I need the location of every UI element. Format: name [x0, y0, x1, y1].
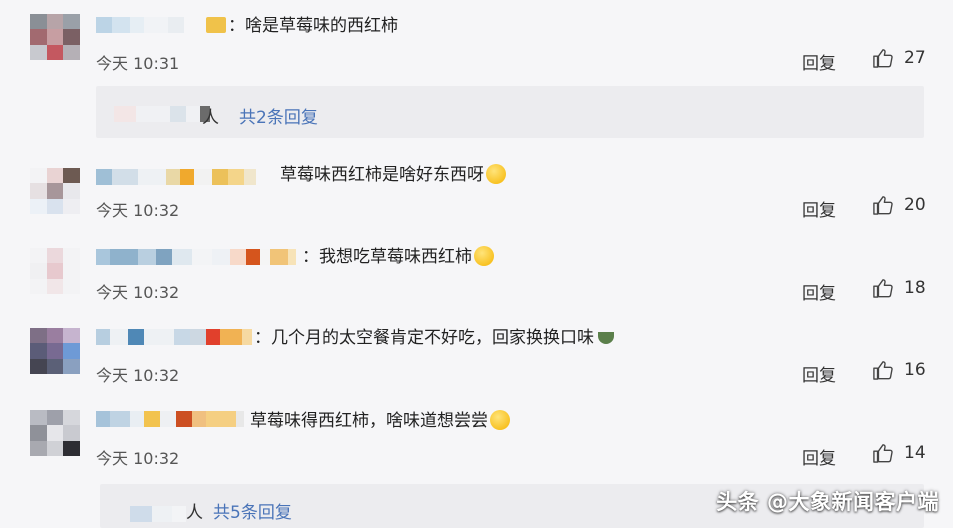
watermark: 头条 @大象新闻客户端	[716, 490, 939, 514]
sub-reply-name: 人	[186, 503, 203, 523]
emoji-icon	[474, 246, 494, 266]
like-button[interactable]: 20	[872, 195, 926, 215]
sub-reply-box[interactable]: 人 共2条回复	[96, 86, 924, 138]
comment-text: ：几个月的太空餐肯定不好吃，回家换换口味	[254, 328, 614, 348]
comment-time: 今天 10:32	[96, 366, 180, 385]
like-count: 16	[904, 360, 926, 380]
username-blurred[interactable]	[96, 168, 256, 186]
emoji-icon	[486, 164, 506, 184]
reply-button[interactable]: 回复	[802, 444, 836, 469]
sub-reply-username-blurred	[130, 506, 186, 524]
sub-reply-username-blurred	[114, 106, 210, 124]
avatar[interactable]	[30, 14, 80, 60]
comment-time: 今天 10:31	[96, 54, 180, 73]
comment-text: ：我想吃草莓味西红柿	[302, 246, 494, 267]
avatar[interactable]	[30, 248, 80, 294]
like-count: 18	[904, 278, 926, 298]
like-button[interactable]: 27	[872, 48, 926, 68]
like-count: 20	[904, 195, 926, 215]
like-button[interactable]: 16	[872, 360, 926, 380]
username-blurred[interactable]	[96, 248, 296, 266]
like-button[interactable]: 14	[872, 443, 926, 463]
reply-button[interactable]: 回复	[802, 279, 836, 304]
comment-text: ：啥是草莓味的西红柿	[206, 16, 398, 36]
comment-time: 今天 10:32	[96, 449, 180, 468]
thumbs-up-icon	[873, 49, 893, 68]
avatar[interactable]	[30, 328, 80, 374]
reply-button[interactable]: 回复	[802, 49, 836, 74]
thumbs-up-icon	[873, 279, 893, 298]
reply-button[interactable]: 回复	[802, 196, 836, 221]
thumbs-up-icon	[873, 361, 893, 380]
like-count: 27	[904, 48, 926, 68]
comment-text: 草莓味得西红柿，啥味道想尝尝	[250, 410, 510, 431]
comment-text: 草莓味西红柿是啥好东西呀	[280, 164, 506, 185]
sub-reply-name: 人	[202, 108, 219, 128]
fan-badge-icon	[206, 17, 226, 33]
view-replies-link[interactable]: 共2条回复	[239, 103, 318, 128]
comment-time: 今天 10:32	[96, 201, 180, 220]
username-blurred[interactable]	[96, 16, 184, 34]
like-button[interactable]: 18	[872, 278, 926, 298]
reply-button[interactable]: 回复	[802, 361, 836, 386]
comment-time: 今天 10:32	[96, 283, 180, 302]
view-replies-link[interactable]: 共5条回复	[213, 498, 292, 523]
emoji-icon	[490, 410, 510, 430]
thumbs-up-icon	[873, 444, 893, 463]
like-count: 14	[904, 443, 926, 463]
username-blurred[interactable]	[96, 328, 252, 346]
bowl-emoji-icon	[598, 332, 614, 344]
username-blurred[interactable]	[96, 410, 244, 428]
thumbs-up-icon	[873, 196, 893, 215]
avatar[interactable]	[30, 410, 80, 456]
avatar[interactable]	[30, 168, 80, 214]
